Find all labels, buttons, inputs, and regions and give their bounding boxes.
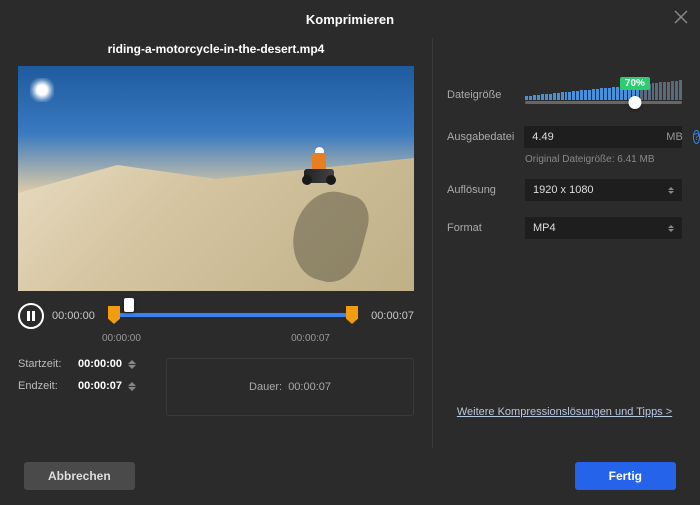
duration-value: 00:00:07 bbox=[288, 381, 331, 393]
end-time-label: Endzeit: bbox=[18, 380, 68, 392]
cancel-button[interactable]: Abbrechen bbox=[24, 462, 135, 490]
current-time: 00:00:00 bbox=[52, 310, 102, 322]
track-start-label: 00:00:00 bbox=[102, 333, 141, 344]
stepper-icon[interactable] bbox=[128, 382, 136, 391]
file-name: riding-a-motorcycle-in-the-desert.mp4 bbox=[18, 38, 414, 66]
trim-handle-left[interactable] bbox=[108, 306, 120, 324]
end-time-stepper[interactable]: 00:00:07 bbox=[78, 380, 136, 392]
duration-label: Dauer: bbox=[249, 381, 282, 393]
resolution-select[interactable]: 1920 x 1080 bbox=[525, 179, 682, 201]
resolution-label: Auflösung bbox=[447, 184, 515, 196]
filesize-slider[interactable]: 70% bbox=[525, 80, 682, 110]
start-time-label: Startzeit: bbox=[18, 358, 68, 370]
chevron-updown-icon bbox=[668, 225, 674, 232]
playhead[interactable] bbox=[124, 298, 134, 312]
start-time-value: 00:00:00 bbox=[78, 358, 122, 370]
end-time-value: 00:00:07 bbox=[78, 380, 122, 392]
tips-link[interactable]: Weitere Kompressionslösungen und Tipps > bbox=[447, 406, 682, 418]
output-size-label: Ausgabedatei bbox=[447, 131, 514, 143]
dialog-title: Komprimieren bbox=[306, 12, 394, 27]
format-value: MP4 bbox=[533, 222, 556, 234]
filesize-label: Dateigröße bbox=[447, 89, 515, 101]
format-label: Format bbox=[447, 222, 515, 234]
filesize-percent-badge: 70% bbox=[620, 77, 650, 90]
close-icon[interactable] bbox=[674, 10, 688, 27]
chevron-updown-icon bbox=[668, 187, 674, 194]
stepper-icon[interactable] bbox=[128, 360, 136, 369]
duration-box: Dauer: 00:00:07 bbox=[166, 358, 414, 416]
done-button[interactable]: Fertig bbox=[575, 462, 676, 490]
original-size-hint: Original Dateigröße: 6.41 MB bbox=[525, 154, 682, 165]
start-time-stepper[interactable]: 00:00:00 bbox=[78, 358, 136, 370]
output-size-input[interactable] bbox=[524, 126, 682, 148]
trim-handle-right[interactable] bbox=[346, 306, 358, 324]
resolution-value: 1920 x 1080 bbox=[533, 184, 594, 196]
slider-thumb[interactable] bbox=[628, 96, 641, 109]
format-select[interactable]: MP4 bbox=[525, 217, 682, 239]
pause-button[interactable] bbox=[18, 303, 44, 329]
track-end-label: 00:00:07 bbox=[291, 333, 330, 344]
trim-track[interactable] bbox=[110, 301, 356, 331]
video-preview[interactable] bbox=[18, 66, 414, 291]
help-icon[interactable]: ? bbox=[693, 130, 700, 144]
total-time: 00:00:07 bbox=[364, 310, 414, 322]
titlebar: Komprimieren bbox=[0, 0, 700, 38]
